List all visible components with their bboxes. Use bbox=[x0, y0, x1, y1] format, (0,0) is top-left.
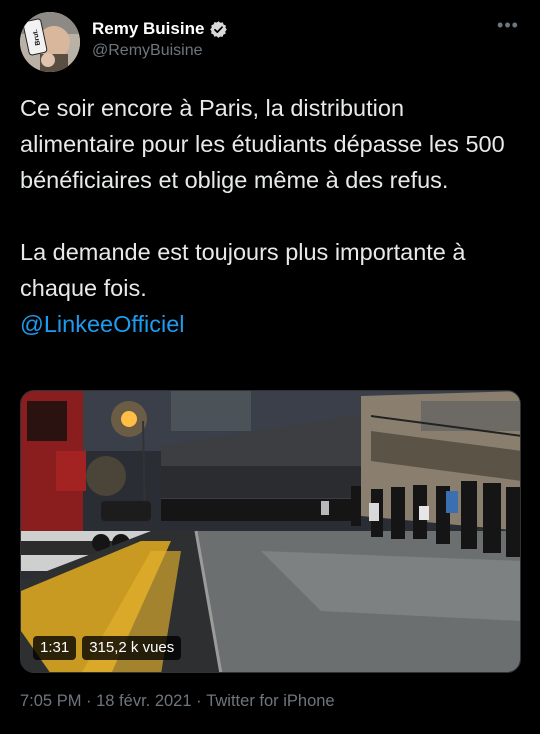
tweet-paragraph-2: La demande est toujours plus importante … bbox=[20, 239, 466, 301]
author-info: Remy Buisine @RemyBuisine bbox=[92, 18, 228, 60]
tweet-paragraph-1: Ce soir encore à Paris, la distribution … bbox=[20, 95, 505, 193]
video-duration: 1:31 bbox=[33, 636, 77, 660]
tweet-time[interactable]: 7:05 PM bbox=[20, 692, 81, 711]
tweet-footer: 7:05 PM · 18 févr. 2021 · Twitter for iP… bbox=[20, 692, 335, 711]
video-meta: 1:31 315,2 k vues bbox=[33, 636, 182, 660]
mention-link[interactable]: @LinkeeOfficiel bbox=[20, 311, 185, 337]
video-view-count: 315,2 k vues bbox=[82, 636, 182, 660]
verified-badge-icon bbox=[209, 20, 228, 39]
more-options-icon[interactable]: ••• bbox=[496, 16, 520, 38]
tweet-body: Ce soir encore à Paris, la distribution … bbox=[20, 90, 520, 342]
video-thumbnail bbox=[21, 391, 520, 672]
tweet-source[interactable]: Twitter for iPhone bbox=[206, 692, 334, 711]
footer-separator: · bbox=[191, 692, 207, 710]
tweet-header: Brut. Remy Buisine @RemyBuisine ••• bbox=[20, 12, 520, 72]
video-player[interactable]: 1:31 315,2 k vues bbox=[20, 390, 521, 673]
author-handle[interactable]: @RemyBuisine bbox=[92, 42, 228, 60]
footer-separator: · bbox=[81, 692, 97, 710]
author-avatar[interactable]: Brut. bbox=[20, 12, 80, 72]
author-display-name[interactable]: Remy Buisine bbox=[92, 19, 204, 39]
tweet-date[interactable]: 18 févr. 2021 bbox=[96, 692, 191, 711]
